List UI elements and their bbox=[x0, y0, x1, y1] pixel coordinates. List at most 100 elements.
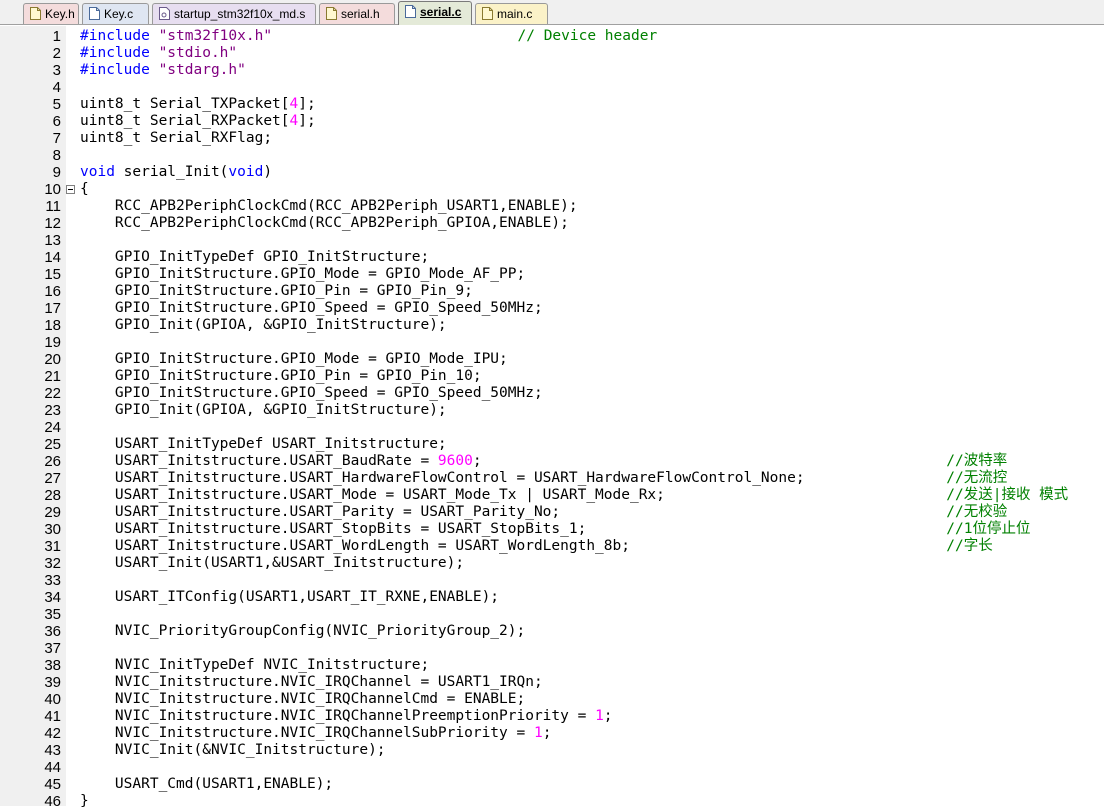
code-line[interactable]: 26 USART_Initstructure.USART_BaudRate = … bbox=[0, 453, 1104, 470]
code-line[interactable]: 9 void serial_Init(void) bbox=[0, 164, 1104, 181]
code-text: GPIO_InitStructure.GPIO_Mode = GPIO_Mode… bbox=[80, 266, 525, 283]
code-token: GPIO_InitStructure.GPIO_Mode = GPIO_Mode… bbox=[80, 266, 526, 282]
code-line[interactable]: 20 GPIO_InitStructure.GPIO_Mode = GPIO_M… bbox=[0, 351, 1104, 368]
code-token: USART_ITConfig(USART1,USART_IT_RXNE,ENAB… bbox=[80, 589, 500, 605]
code-text: { bbox=[80, 181, 89, 198]
code-token: NVIC_Initstructure.NVIC_IRQChannelPreemp… bbox=[80, 708, 596, 724]
code-line[interactable]: 31 USART_Initstructure.USART_WordLength … bbox=[0, 538, 1104, 555]
code-line[interactable]: 36 NVIC_PriorityGroupConfig(NVIC_Priorit… bbox=[0, 623, 1104, 640]
code-line[interactable]: 22 GPIO_InitStructure.GPIO_Speed = GPIO_… bbox=[0, 385, 1104, 402]
code-line[interactable]: 10 { bbox=[0, 181, 1104, 198]
line-number: 42 bbox=[44, 725, 61, 742]
code-line[interactable]: 29 USART_Initstructure.USART_Parity = US… bbox=[0, 504, 1104, 521]
tab-key-c[interactable]: Key.c bbox=[82, 3, 149, 24]
file-tab-bar: Key.h Key.c startup_stm32f10x_md.s seria… bbox=[0, 0, 1104, 25]
code-line[interactable]: 44 bbox=[0, 759, 1104, 776]
code-line[interactable]: 43 NVIC_Init(&NVIC_Initstructure); bbox=[0, 742, 1104, 759]
code-editor[interactable]: 1 #include "stm32f10x.h"// Device header 2… bbox=[0, 28, 1104, 810]
line-number: 9 bbox=[52, 164, 61, 181]
code-line[interactable]: 14 GPIO_InitTypeDef GPIO_InitStructure; bbox=[0, 249, 1104, 266]
code-line[interactable]: 39 NVIC_Initstructure.NVIC_IRQChannel = … bbox=[0, 674, 1104, 691]
code-line[interactable]: 3 #include "stdarg.h" bbox=[0, 62, 1104, 79]
code-text: GPIO_InitStructure.GPIO_Speed = GPIO_Spe… bbox=[80, 300, 543, 317]
code-line[interactable]: 12 RCC_APB2PeriphClockCmd(RCC_APB2Periph… bbox=[0, 215, 1104, 232]
code-token: GPIO_InitStructure.GPIO_Mode = GPIO_Mode… bbox=[80, 351, 508, 367]
code-line[interactable]: 33 bbox=[0, 572, 1104, 589]
code-text: GPIO_InitStructure.GPIO_Pin = GPIO_Pin_1… bbox=[80, 368, 482, 385]
code-line[interactable]: 45 USART_Cmd(USART1,ENABLE); bbox=[0, 776, 1104, 793]
code-text: GPIO_InitStructure.GPIO_Pin = GPIO_Pin_9… bbox=[80, 283, 473, 300]
code-line[interactable]: 46} bbox=[0, 793, 1104, 810]
code-text: NVIC_Initstructure.NVIC_IRQChannelSubPri… bbox=[80, 725, 552, 742]
code-line[interactable]: 35 bbox=[0, 606, 1104, 623]
code-text: GPIO_Init(GPIOA, &GPIO_InitStructure); bbox=[80, 402, 447, 419]
code-token: } bbox=[80, 793, 89, 809]
header-file-icon bbox=[30, 7, 41, 20]
code-token: USART_Initstructure.USART_HardwareFlowCo… bbox=[80, 470, 805, 486]
line-number: 23 bbox=[44, 402, 61, 419]
code-text: USART_Initstructure.USART_Parity = USART… bbox=[80, 504, 560, 521]
code-line[interactable]: 34 USART_ITConfig(USART1,USART_IT_RXNE,E… bbox=[0, 589, 1104, 606]
code-line[interactable]: 6 uint8_t Serial_RXPacket[4]; bbox=[0, 113, 1104, 130]
code-line[interactable]: 2 #include "stdio.h" bbox=[0, 45, 1104, 62]
tab-main-c[interactable]: main.c bbox=[475, 3, 548, 24]
code-line[interactable]: 32 USART_Init(USART1,&USART_Initstructur… bbox=[0, 555, 1104, 572]
code-text: GPIO_InitStructure.GPIO_Speed = GPIO_Spe… bbox=[80, 385, 543, 402]
line-number: 34 bbox=[44, 589, 61, 606]
code-line[interactable]: 19 bbox=[0, 334, 1104, 351]
tab-startup-s[interactable]: startup_stm32f10x_md.s bbox=[152, 3, 316, 24]
code-line[interactable]: 28 USART_Initstructure.USART_Mode = USAR… bbox=[0, 487, 1104, 504]
line-number: 5 bbox=[52, 96, 61, 113]
code-line[interactable]: 27 USART_Initstructure.USART_HardwareFlo… bbox=[0, 470, 1104, 487]
code-line[interactable]: 8 bbox=[0, 147, 1104, 164]
code-token: USART_Initstructure.USART_Mode = USART_M… bbox=[80, 487, 665, 503]
code-token: GPIO_InitStructure.GPIO_Pin = GPIO_Pin_1… bbox=[80, 368, 482, 384]
code-line[interactable]: 5 uint8_t Serial_TXPacket[4]; bbox=[0, 96, 1104, 113]
code-line[interactable]: 37 bbox=[0, 640, 1104, 657]
line-number: 10 bbox=[44, 181, 61, 198]
line-number: 29 bbox=[44, 504, 61, 521]
code-line[interactable]: 42 NVIC_Initstructure.NVIC_IRQChannelSub… bbox=[0, 725, 1104, 742]
code-line[interactable]: 7 uint8_t Serial_RXFlag; bbox=[0, 130, 1104, 147]
fold-collapse-icon[interactable] bbox=[66, 185, 75, 194]
code-comment: //字长 bbox=[946, 538, 993, 554]
code-line[interactable]: 17 GPIO_InitStructure.GPIO_Speed = GPIO_… bbox=[0, 300, 1104, 317]
code-token: USART_Initstructure.USART_StopBits = USA… bbox=[80, 521, 587, 537]
code-line[interactable]: 1 #include "stm32f10x.h" // Device header bbox=[0, 28, 1104, 45]
code-line[interactable]: 25 USART_InitTypeDef USART_Initstructure… bbox=[0, 436, 1104, 453]
code-line[interactable]: 38 NVIC_InitTypeDef NVIC_Initstructure; bbox=[0, 657, 1104, 674]
code-token: uint8_t Serial_RXFlag; bbox=[80, 130, 273, 146]
code-line[interactable]: 15 GPIO_InitStructure.GPIO_Mode = GPIO_M… bbox=[0, 266, 1104, 283]
line-number: 43 bbox=[44, 742, 61, 759]
code-line[interactable]: 23 GPIO_Init(GPIOA, &GPIO_InitStructure)… bbox=[0, 402, 1104, 419]
code-token: #include bbox=[80, 28, 159, 44]
tab-serial-h[interactable]: serial.h bbox=[319, 3, 395, 24]
code-line[interactable]: 4 bbox=[0, 79, 1104, 96]
code-line[interactable]: 16 GPIO_InitStructure.GPIO_Pin = GPIO_Pi… bbox=[0, 283, 1104, 300]
code-line[interactable]: 40 NVIC_Initstructure.NVIC_IRQChannelCmd… bbox=[0, 691, 1104, 708]
line-number: 16 bbox=[44, 283, 61, 300]
code-text: USART_Initstructure.USART_HardwareFlowCo… bbox=[80, 470, 805, 487]
tab-key-h[interactable]: Key.h bbox=[23, 3, 79, 24]
code-line[interactable]: 11 RCC_APB2PeriphClockCmd(RCC_APB2Periph… bbox=[0, 198, 1104, 215]
code-text: GPIO_InitStructure.GPIO_Mode = GPIO_Mode… bbox=[80, 351, 508, 368]
code-comment: // Device header bbox=[517, 28, 658, 44]
code-text: USART_InitTypeDef USART_Initstructure; bbox=[80, 436, 447, 453]
code-line[interactable]: 21 GPIO_InitStructure.GPIO_Pin = GPIO_Pi… bbox=[0, 368, 1104, 385]
line-number: 33 bbox=[44, 572, 61, 589]
code-comment: //无流控 bbox=[946, 470, 1008, 486]
code-token: ]; bbox=[298, 96, 316, 112]
tab-serial-c[interactable]: serial.c bbox=[398, 1, 472, 25]
code-line[interactable]: 41 NVIC_Initstructure.NVIC_IRQChannelPre… bbox=[0, 708, 1104, 725]
line-number: 22 bbox=[44, 385, 61, 402]
code-line[interactable]: 18 GPIO_Init(GPIOA, &GPIO_InitStructure)… bbox=[0, 317, 1104, 334]
code-line[interactable]: 24 bbox=[0, 419, 1104, 436]
line-number: 3 bbox=[52, 62, 61, 79]
code-line[interactable]: 30 USART_Initstructure.USART_StopBits = … bbox=[0, 521, 1104, 538]
code-token: RCC_APB2PeriphClockCmd(RCC_APB2Periph_US… bbox=[80, 198, 578, 214]
code-token: 4 bbox=[289, 96, 299, 112]
code-text: #include "stm32f10x.h" bbox=[80, 28, 272, 45]
code-line[interactable]: 13 bbox=[0, 232, 1104, 249]
code-token: ) bbox=[263, 164, 273, 180]
code-token: ; bbox=[472, 453, 482, 469]
